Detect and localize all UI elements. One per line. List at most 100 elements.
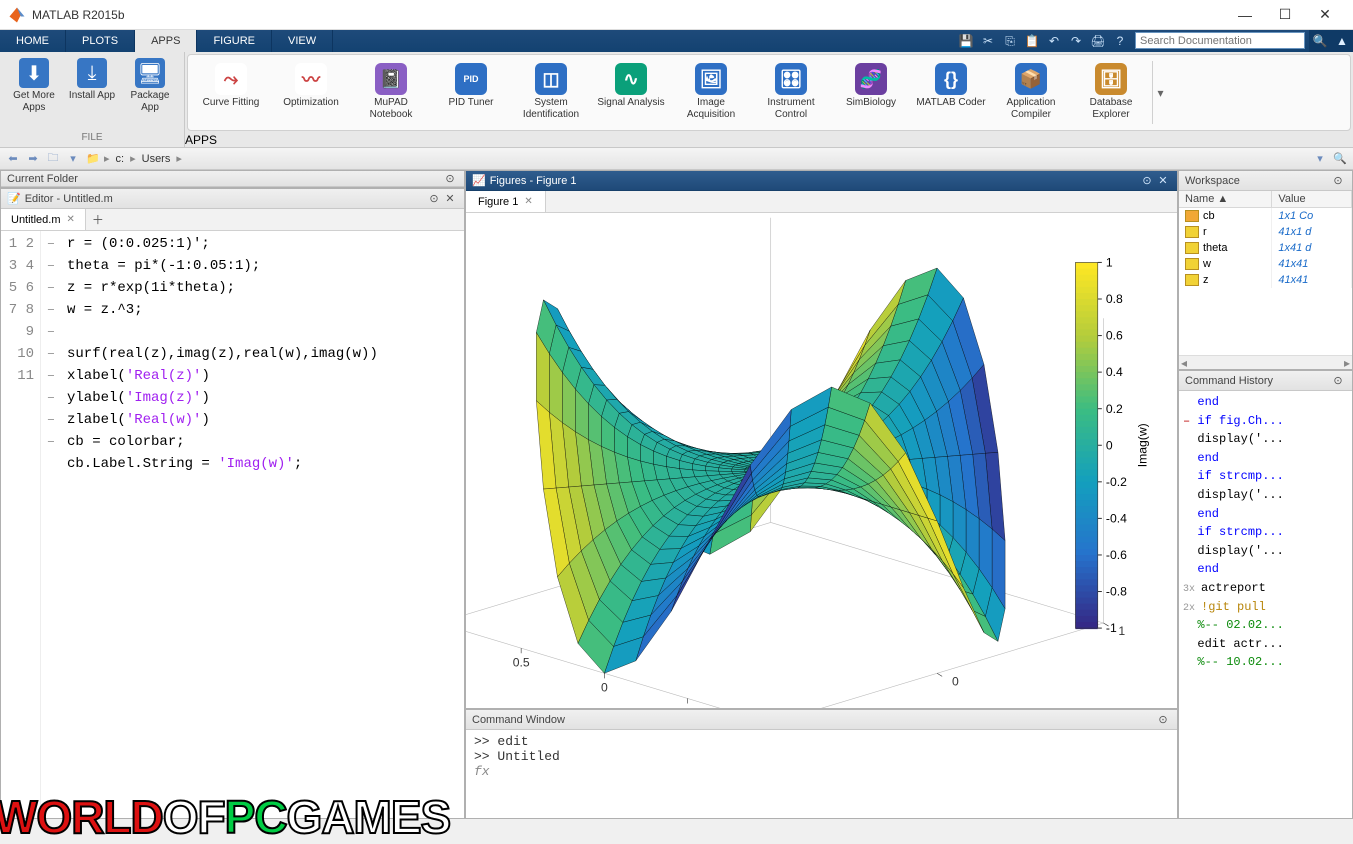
- maximize-button[interactable]: ☐: [1265, 3, 1305, 27]
- apps-more-icon[interactable]: ▾: [1152, 61, 1168, 124]
- tab-close-icon[interactable]: ✕: [524, 196, 532, 207]
- panel-menu-icon[interactable]: ⊙: [442, 172, 458, 185]
- save-icon[interactable]: 💾: [955, 30, 977, 52]
- history-item[interactable]: if strcmp...: [1183, 467, 1348, 486]
- workspace-row[interactable]: r41x1 d: [1179, 224, 1352, 240]
- nav-forward-icon[interactable]: ➡: [24, 152, 42, 165]
- figure-tab-1[interactable]: Figure 1 ✕: [466, 191, 546, 212]
- nav-back-icon[interactable]: ⬅: [4, 152, 22, 165]
- app-icon: 📓: [375, 63, 407, 95]
- help-icon[interactable]: ?: [1109, 30, 1131, 52]
- svg-text:0.6: 0.6: [1106, 329, 1123, 343]
- minimize-button[interactable]: —: [1225, 3, 1265, 27]
- app-image-acquisition[interactable]: 🖼Image Acquisition: [672, 61, 750, 122]
- fx-prompt: fx: [474, 764, 1169, 779]
- tab-figure[interactable]: FIGURE: [197, 30, 272, 52]
- figures-title: Figures - Figure 1: [490, 175, 577, 187]
- command-window-body[interactable]: >> edit >> Untitled fx: [466, 730, 1177, 818]
- history-item[interactable]: display('...: [1183, 542, 1348, 561]
- panel-menu-icon[interactable]: ⊙: [1330, 374, 1346, 387]
- panel-menu-icon[interactable]: ⊙: [1139, 174, 1155, 187]
- nav-up-icon[interactable]: 🗀: [44, 149, 62, 168]
- app-curve-fitting[interactable]: ⤳Curve Fitting: [192, 61, 270, 111]
- current-folder-panel: Current Folder ⊙: [0, 170, 465, 188]
- workspace-col-value[interactable]: Value: [1272, 191, 1352, 208]
- history-item[interactable]: end: [1183, 449, 1348, 468]
- get-more-apps-button[interactable]: ⬇ Get More Apps: [6, 56, 62, 115]
- app-simbiology[interactable]: 🧬SimBiology: [832, 61, 910, 111]
- ribbon-file-label: FILE: [6, 130, 178, 145]
- package-app-button[interactable]: 🖥 Package App: [122, 56, 178, 115]
- new-tab-button[interactable]: ＋: [86, 209, 110, 230]
- panel-menu-icon[interactable]: ⊙: [426, 192, 442, 205]
- tab-view[interactable]: VIEW: [272, 30, 333, 52]
- panel-menu-icon[interactable]: ⊙: [1330, 174, 1346, 187]
- left-column: Current Folder ⊙ 📝 Editor - Untitled.m ⊙…: [0, 170, 465, 819]
- app-pid-tuner[interactable]: PIDPID Tuner: [432, 61, 510, 111]
- ribbon: ⬇ Get More Apps ⤓ Install App 🖥 Package …: [0, 52, 1353, 148]
- app-label: System Identification: [514, 97, 588, 120]
- workspace-scrollbar[interactable]: ◂▸: [1179, 355, 1352, 369]
- tab-apps[interactable]: APPS: [135, 30, 197, 52]
- svg-text:-0.8: -0.8: [1106, 585, 1127, 599]
- cut-icon[interactable]: ✂: [977, 30, 999, 52]
- history-item[interactable]: end: [1183, 393, 1348, 412]
- history-item[interactable]: – if fig.Ch...: [1183, 412, 1348, 431]
- app-icon: PID: [455, 63, 487, 95]
- history-item[interactable]: %-- 02.02...: [1183, 616, 1348, 635]
- app-optimization[interactable]: 〰Optimization: [272, 61, 350, 111]
- history-item[interactable]: 3x actreport: [1183, 579, 1348, 598]
- panel-menu-icon[interactable]: ⊙: [1155, 713, 1171, 726]
- workspace-row[interactable]: w41x41: [1179, 256, 1352, 272]
- history-item[interactable]: display('...: [1183, 486, 1348, 505]
- app-matlab-coder[interactable]: {}MATLAB Coder: [912, 61, 990, 111]
- history-item[interactable]: end: [1183, 505, 1348, 524]
- close-button[interactable]: ✕: [1305, 3, 1345, 27]
- history-item[interactable]: display('...: [1183, 430, 1348, 449]
- current-folder-title: Current Folder: [7, 173, 78, 185]
- panel-close-icon[interactable]: ✕: [442, 192, 458, 205]
- app-signal-analysis[interactable]: ∿Signal Analysis: [592, 61, 670, 111]
- app-application-compiler[interactable]: 📦Application Compiler: [992, 61, 1070, 122]
- app-instrument-control[interactable]: 🎛Instrument Control: [752, 61, 830, 122]
- breadcrumb-drive[interactable]: c:: [112, 153, 129, 165]
- command-history-body[interactable]: end– if fig.Ch... display('... end if st…: [1179, 391, 1352, 818]
- history-item[interactable]: end: [1183, 560, 1348, 579]
- editor-tab-untitled[interactable]: Untitled.m ✕: [1, 209, 86, 230]
- search-button-icon[interactable]: 🔍: [1309, 30, 1331, 52]
- app-system-identification[interactable]: ◫System Identification: [512, 61, 590, 122]
- search-input[interactable]: [1135, 32, 1305, 49]
- undo-icon[interactable]: ↶: [1043, 30, 1065, 52]
- history-item[interactable]: edit actr...: [1183, 635, 1348, 654]
- copy-icon[interactable]: ⎘: [999, 30, 1021, 52]
- ribbon-collapse-icon[interactable]: ▲: [1331, 30, 1353, 52]
- tab-close-icon[interactable]: ✕: [67, 214, 75, 225]
- figures-panel: 📈 Figures - Figure 1 ⊙ ✕ Figure 1 ✕ 10.5…: [465, 170, 1178, 709]
- app-database-explorer[interactable]: 🗄Database Explorer: [1072, 61, 1150, 122]
- tab-plots[interactable]: PLOTS: [66, 30, 135, 52]
- history-item[interactable]: if strcmp...: [1183, 523, 1348, 542]
- workspace-col-name[interactable]: Name ▲: [1179, 191, 1272, 208]
- svg-text:-0.2: -0.2: [1106, 475, 1127, 489]
- print-icon[interactable]: 🖨: [1087, 30, 1109, 52]
- svg-text:0: 0: [952, 674, 959, 688]
- install-app-button[interactable]: ⤓ Install App: [64, 56, 120, 104]
- app-mupad-notebook[interactable]: 📓MuPAD Notebook: [352, 61, 430, 122]
- redo-icon[interactable]: ↷: [1065, 30, 1087, 52]
- address-dropdown-icon[interactable]: ▾: [1311, 152, 1329, 165]
- panel-close-icon[interactable]: ✕: [1155, 174, 1171, 187]
- breadcrumb-folder[interactable]: Users: [138, 153, 175, 165]
- workspace-row[interactable]: theta1x41 d: [1179, 240, 1352, 256]
- nav-history-icon[interactable]: ▾: [64, 152, 82, 165]
- address-bar: ⬅ ➡ 🗀 ▾ 📁 ▸ c: ▸ Users ▸ ▾ 🔍: [0, 148, 1353, 170]
- code-area[interactable]: 1 2 3 4 5 6 7 8 9 10 11 – – – – – – – – …: [1, 231, 464, 818]
- search-folder-icon[interactable]: 🔍: [1331, 152, 1349, 165]
- figure-area[interactable]: 10.50-0.5-1-101-1-0.500.51Imag(z)Real(z)…: [466, 213, 1177, 708]
- tab-home[interactable]: HOME: [0, 30, 66, 52]
- app-label: Signal Analysis: [597, 97, 664, 109]
- paste-icon[interactable]: 📋: [1021, 30, 1043, 52]
- workspace-row[interactable]: cb1x1 Co: [1179, 208, 1352, 225]
- workspace-row[interactable]: z41x41: [1179, 272, 1352, 288]
- history-item[interactable]: %-- 10.02...: [1183, 653, 1348, 672]
- history-item[interactable]: 2x !git pull: [1183, 598, 1348, 617]
